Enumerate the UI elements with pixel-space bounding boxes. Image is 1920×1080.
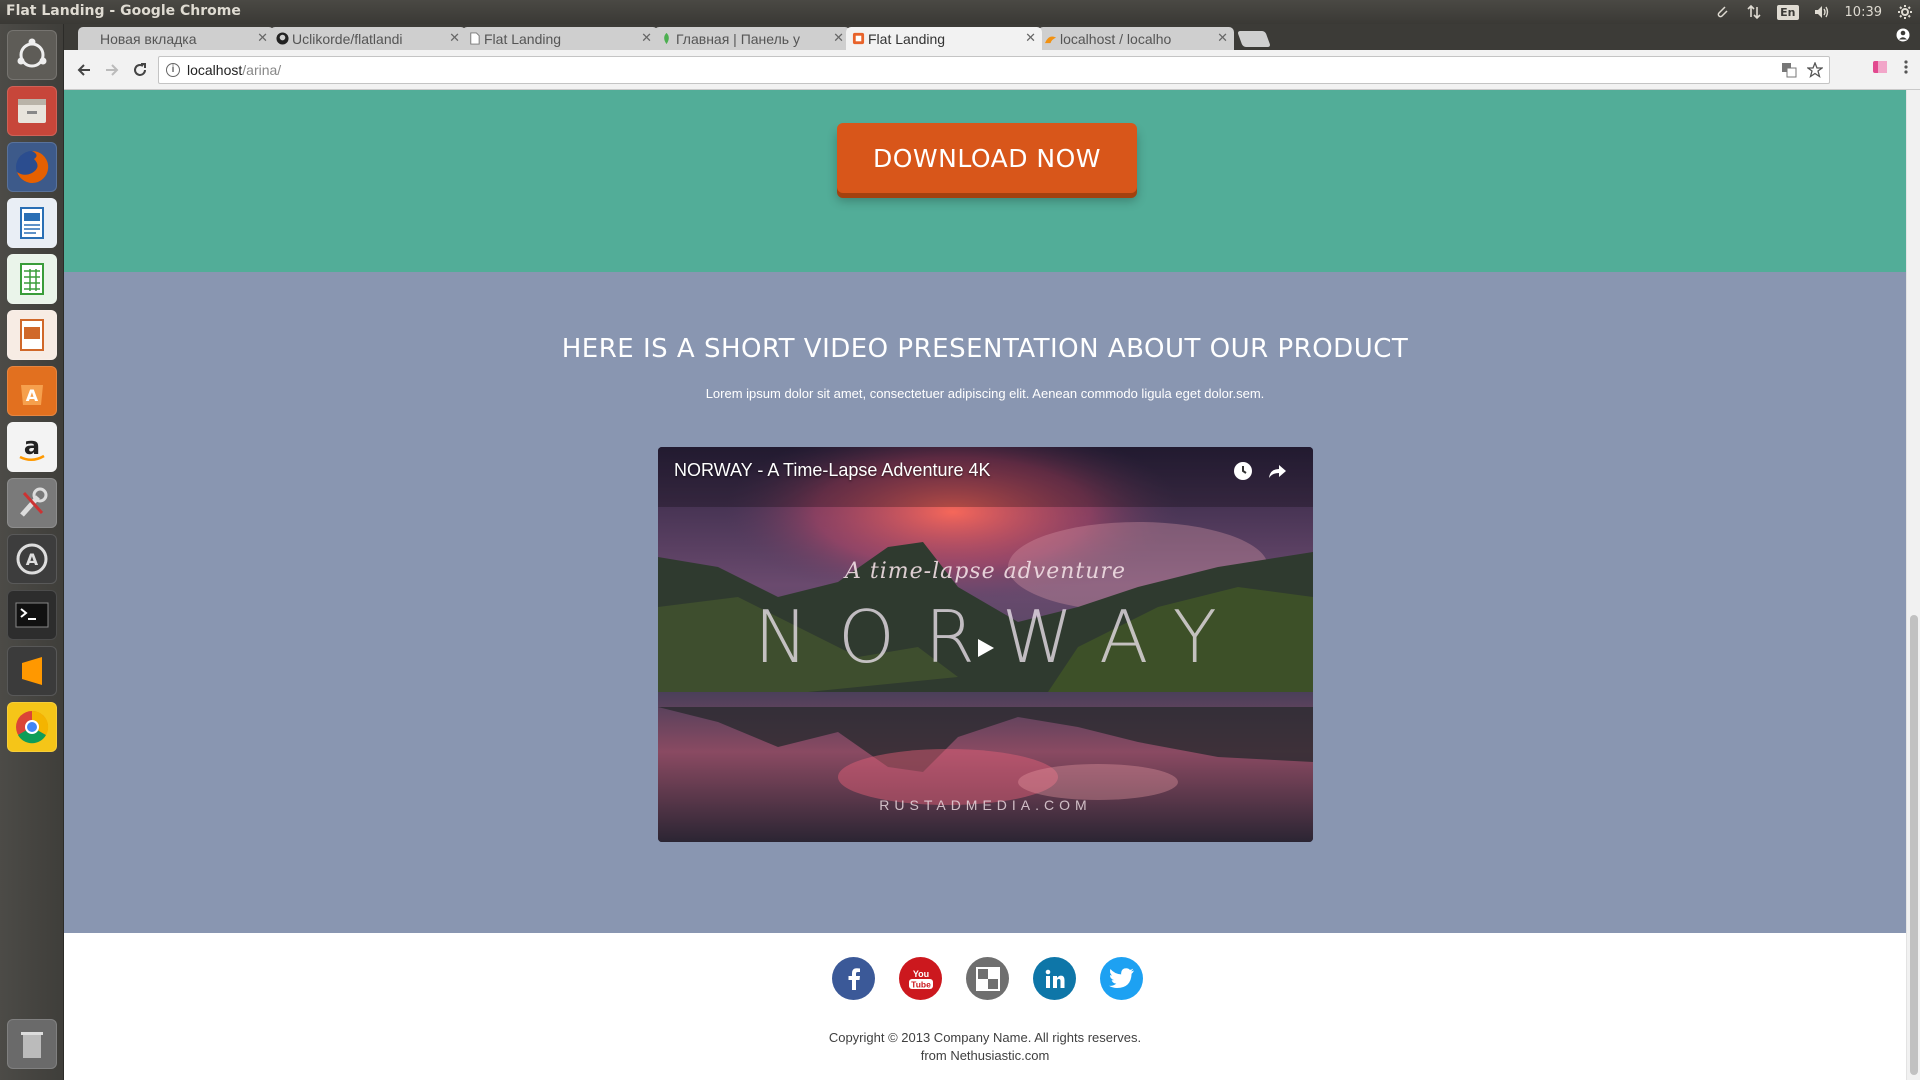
back-arrow-icon[interactable] bbox=[72, 58, 96, 82]
profile-icon[interactable] bbox=[1896, 28, 1910, 45]
tab-close-icon[interactable]: ✕ bbox=[1025, 30, 1036, 46]
network-icon[interactable] bbox=[1745, 3, 1763, 21]
copyright: Copyright © 2013 Company Name. All right… bbox=[64, 1029, 1906, 1065]
new-tab-button[interactable] bbox=[1237, 31, 1271, 47]
copyright-line: Copyright © 2013 Company Name. All right… bbox=[828, 1030, 1142, 1045]
top-panel: Flat Landing - Google Chrome En 10:39 bbox=[0, 0, 1920, 24]
play-icon[interactable] bbox=[965, 628, 1005, 668]
translate-icon[interactable] bbox=[1781, 62, 1797, 81]
files-icon[interactable] bbox=[7, 86, 57, 136]
tab-title: Flat Landing bbox=[868, 31, 946, 47]
download-now-button[interactable]: DOWNLOAD NOW bbox=[837, 123, 1137, 193]
page-scrollbar[interactable] bbox=[1906, 90, 1920, 1080]
facebook-icon[interactable] bbox=[832, 957, 875, 1000]
browser-toolbar: i localhost/arina/ bbox=[64, 50, 1920, 90]
url-path: /arina/ bbox=[242, 62, 282, 78]
reload-icon[interactable] bbox=[128, 58, 152, 82]
page-viewport: DOWNLOAD NOW HERE IS A SHORT VIDEO PRESE… bbox=[64, 90, 1920, 1080]
keyboard-layout-indicator[interactable]: En bbox=[1777, 4, 1799, 20]
unity-launcher: A a A bbox=[0, 24, 64, 1080]
clock[interactable]: 10:39 bbox=[1845, 5, 1882, 20]
bookmark-star-icon[interactable] bbox=[1806, 61, 1824, 81]
paperclip-icon[interactable] bbox=[1713, 3, 1731, 21]
twitter-icon[interactable] bbox=[1100, 957, 1143, 1000]
forward-arrow-icon[interactable] bbox=[100, 58, 124, 82]
page-icon bbox=[470, 32, 480, 45]
svg-text:A: A bbox=[26, 550, 39, 569]
video-tagline: A time-lapse adventure bbox=[845, 559, 1126, 584]
tab-strip: Новая вкладка ✕ Uclikorde/flatlandi ✕ Fl… bbox=[64, 24, 1920, 50]
extension-icon[interactable] bbox=[1872, 59, 1888, 80]
social-links: You Tube bbox=[832, 957, 1143, 1000]
tab-flat-landing-active[interactable]: Flat Landing ✕ bbox=[846, 27, 1042, 50]
svg-text:a: a bbox=[24, 432, 40, 460]
impress-icon[interactable] bbox=[7, 310, 57, 360]
sublime-text-icon[interactable] bbox=[7, 646, 57, 696]
tab-close-icon[interactable]: ✕ bbox=[257, 30, 268, 46]
tab-title: Uclikorde/flatlandi bbox=[292, 31, 403, 47]
trash-icon[interactable] bbox=[7, 1019, 57, 1069]
url-host: localhost bbox=[187, 62, 243, 78]
chrome-icon[interactable] bbox=[7, 702, 57, 752]
software-updater-icon[interactable]: A bbox=[7, 534, 57, 584]
site-favicon-icon bbox=[852, 32, 865, 45]
linkedin-icon[interactable] bbox=[1033, 957, 1076, 1000]
tab-phpmyadmin[interactable]: localhost / localho ✕ bbox=[1038, 27, 1234, 50]
tab-new-tab[interactable]: Новая вкладка ✕ bbox=[78, 27, 274, 50]
svg-text:A: A bbox=[26, 386, 39, 405]
tab-admin-panel[interactable]: Главная | Панель у ✕ bbox=[654, 27, 850, 50]
info-icon[interactable]: i bbox=[166, 63, 180, 77]
address-bar[interactable]: i localhost/arina/ bbox=[158, 56, 1830, 84]
system-tray: En 10:39 bbox=[1713, 0, 1914, 24]
window-title: Flat Landing - Google Chrome bbox=[6, 3, 241, 19]
tab-flat-landing[interactable]: Flat Landing ✕ bbox=[462, 27, 658, 50]
phpmyadmin-icon bbox=[1044, 36, 1057, 44]
settings-gear-icon[interactable] bbox=[1896, 3, 1914, 21]
video-section: HERE IS A SHORT VIDEO PRESENTATION ABOUT… bbox=[64, 272, 1906, 933]
chrome-menu-icon[interactable] bbox=[1904, 59, 1908, 80]
tab-close-icon[interactable]: ✕ bbox=[833, 30, 844, 46]
svg-text:You: You bbox=[912, 969, 928, 979]
system-settings-icon[interactable] bbox=[7, 478, 57, 528]
download-section: DOWNLOAD NOW bbox=[64, 90, 1906, 272]
tab-title: Новая вкладка bbox=[100, 31, 197, 47]
video-section-subtext: Lorem ipsum dolor sit amet, consectetuer… bbox=[705, 386, 1265, 401]
svg-text:Tube: Tube bbox=[911, 979, 931, 989]
tab-title: localhost / localho bbox=[1060, 31, 1172, 47]
share-arrow-icon[interactable] bbox=[1265, 459, 1289, 483]
video-title[interactable]: NORWAY - A Time-Lapse Adventure 4K bbox=[674, 460, 991, 481]
software-center-icon[interactable]: A bbox=[7, 366, 57, 416]
delicious-icon[interactable] bbox=[966, 957, 1009, 1000]
video-section-heading: HERE IS A SHORT VIDEO PRESENTATION ABOUT… bbox=[561, 334, 1409, 364]
tab-close-icon[interactable]: ✕ bbox=[1217, 30, 1228, 46]
tab-github[interactable]: Uclikorde/flatlandi ✕ bbox=[270, 27, 466, 50]
github-icon bbox=[276, 32, 289, 45]
volume-icon[interactable] bbox=[1813, 3, 1831, 21]
youtube-icon[interactable]: You Tube bbox=[899, 957, 942, 1000]
amazon-icon[interactable]: a bbox=[7, 422, 57, 472]
calc-icon[interactable] bbox=[7, 254, 57, 304]
credit-link[interactable]: from Nethusiastic.com bbox=[64, 1047, 1906, 1065]
tab-close-icon[interactable]: ✕ bbox=[449, 30, 460, 46]
watch-later-clock-icon[interactable] bbox=[1231, 459, 1255, 483]
video-credit: RUSTADMEDIA.COM bbox=[879, 797, 1092, 813]
tab-title: Flat Landing bbox=[484, 31, 562, 47]
tab-close-icon[interactable]: ✕ bbox=[641, 30, 652, 46]
terminal-icon[interactable] bbox=[7, 590, 57, 640]
ubuntu-dash-icon[interactable] bbox=[7, 30, 57, 80]
leaf-icon bbox=[664, 32, 669, 45]
page-footer: You Tube Copyright © 2013 Company Name. A… bbox=[64, 933, 1906, 1080]
writer-icon[interactable] bbox=[7, 198, 57, 248]
tab-title: Главная | Панель у bbox=[676, 31, 800, 47]
firefox-icon[interactable] bbox=[7, 142, 57, 192]
scrollbar-thumb[interactable] bbox=[1910, 615, 1918, 1075]
embedded-video-player[interactable]: NORWAY - A Time-Lapse Adventure 4K A tim… bbox=[658, 447, 1313, 842]
